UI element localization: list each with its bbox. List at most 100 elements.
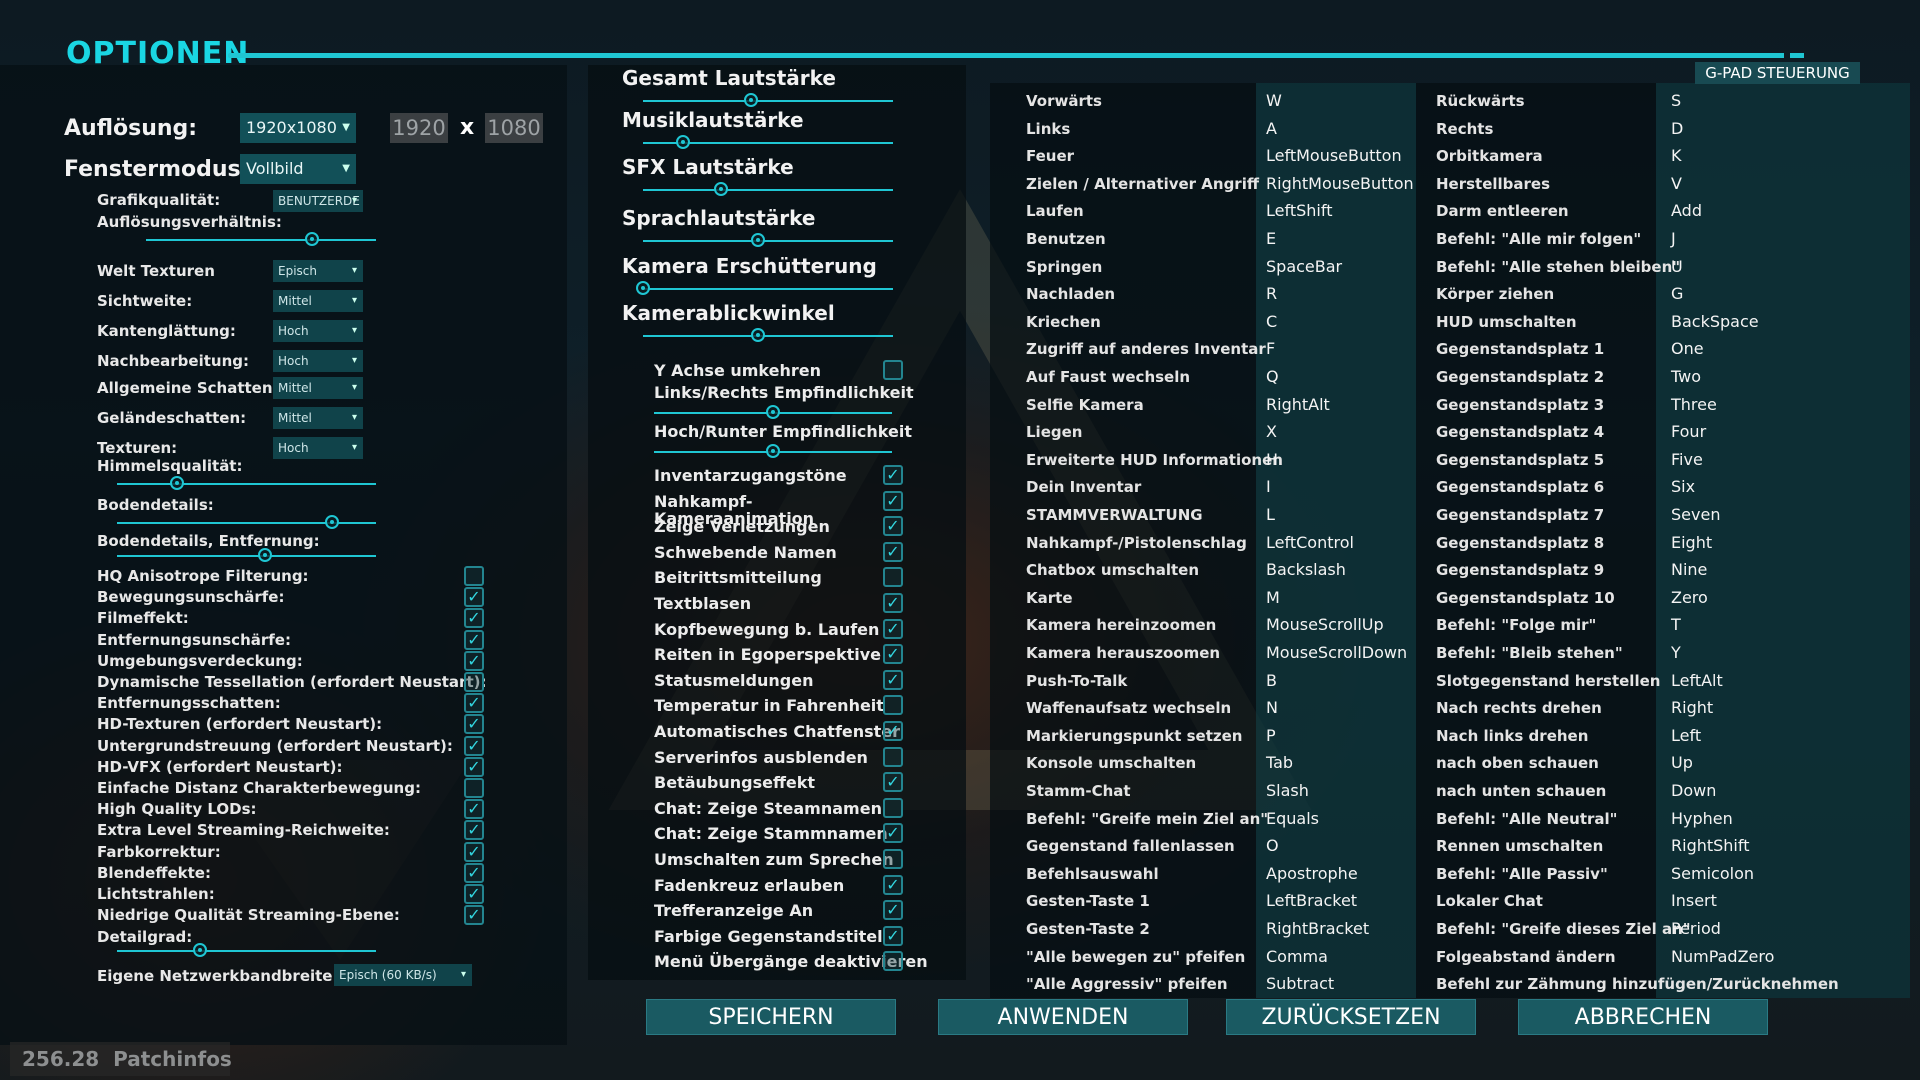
width-field[interactable]: 1920 [390, 113, 448, 143]
binding-key[interactable]: U [1671, 257, 1683, 276]
binding-key[interactable]: Nine [1671, 560, 1707, 579]
sky-quality-slider[interactable] [170, 476, 184, 490]
audio-slider-knob[interactable] [744, 93, 758, 107]
audio-slider-knob[interactable] [751, 328, 765, 342]
binding-key[interactable]: N [1266, 698, 1278, 717]
setting-dropdown[interactable]: Hoch ▾ [273, 350, 363, 372]
binding-key[interactable]: Six [1671, 477, 1695, 496]
binding-key[interactable]: A [1266, 119, 1277, 138]
binding-key[interactable]: B [1266, 671, 1277, 690]
resolution-scale-slider[interactable] [305, 232, 319, 246]
setting-checkbox[interactable]: ✓ [883, 516, 903, 537]
setting-dropdown[interactable]: Hoch ▾ [273, 437, 363, 459]
binding-key[interactable]: Eight [1671, 533, 1712, 552]
setting-dropdown[interactable]: Hoch ▾ [273, 320, 363, 342]
setting-checkbox[interactable] [464, 778, 484, 798]
setting-checkbox[interactable]: ✓ [464, 884, 484, 904]
binding-key[interactable]: T [1671, 615, 1681, 634]
binding-key[interactable]: Up [1671, 753, 1693, 772]
setting-checkbox[interactable]: ✓ [883, 823, 903, 844]
binding-key[interactable]: Equals [1266, 809, 1319, 828]
binding-key[interactable]: Tab [1266, 753, 1293, 772]
binding-key[interactable]: Right [1671, 698, 1713, 717]
setting-checkbox[interactable]: ✓ [464, 587, 484, 608]
setting-checkbox[interactable]: ✓ [883, 465, 903, 485]
binding-key[interactable]: RightMouseButton [1266, 174, 1414, 193]
height-field[interactable]: 1080 [485, 113, 543, 143]
binding-key[interactable]: Hyphen [1671, 809, 1733, 828]
binding-key[interactable]: LeftAlt [1671, 671, 1723, 690]
binding-key[interactable]: Backslash [1266, 560, 1346, 579]
setting-checkbox[interactable]: ✓ [883, 721, 903, 741]
binding-key[interactable]: K [1671, 146, 1682, 165]
setting-checkbox[interactable] [883, 746, 903, 767]
ground-detail-slider[interactable] [325, 515, 339, 529]
setting-checkbox[interactable]: ✓ [883, 669, 903, 690]
binding-key[interactable]: V [1671, 174, 1682, 193]
audio-slider-knob[interactable] [751, 233, 765, 247]
setting-checkbox[interactable]: ✓ [464, 905, 484, 926]
binding-key[interactable]: O [1266, 836, 1279, 855]
audio-slider-knob[interactable] [676, 135, 690, 149]
binding-key[interactable]: P [1266, 726, 1276, 745]
setting-checkbox[interactable]: ✓ [883, 541, 903, 562]
audio-slider-knob[interactable] [636, 281, 650, 295]
reset-button[interactable]: ZURÜCKSETZEN [1226, 999, 1476, 1035]
detail-slider[interactable] [193, 943, 207, 957]
binding-key[interactable]: Period [1671, 919, 1721, 938]
setting-checkbox[interactable]: ✓ [464, 629, 484, 650]
binding-key[interactable]: S [1671, 91, 1681, 110]
setting-checkbox[interactable]: ✓ [883, 490, 903, 511]
binding-key[interactable]: MouseScrollDown [1266, 643, 1407, 662]
resolution-dropdown[interactable]: 1920x1080 ▼ [240, 113, 356, 143]
setting-checkbox[interactable]: ✓ [464, 799, 484, 820]
setting-checkbox[interactable] [883, 951, 903, 972]
binding-key[interactable]: Four [1671, 422, 1706, 441]
sens-lr-slider[interactable] [766, 405, 780, 419]
binding-key[interactable]: Three [1671, 395, 1717, 414]
binding-key[interactable]: BackSpace [1671, 312, 1759, 331]
setting-checkbox[interactable] [883, 567, 903, 588]
binding-key[interactable]: Insert [1671, 891, 1717, 910]
binding-key[interactable]: Semicolon [1671, 864, 1754, 883]
setting-checkbox[interactable]: ✓ [464, 841, 484, 862]
ground-distance-slider[interactable] [258, 548, 272, 562]
window-mode-dropdown[interactable]: Vollbild ▼ [240, 154, 356, 184]
setting-checkbox[interactable]: ✓ [883, 925, 903, 946]
cancel-button[interactable]: ABBRECHEN [1518, 999, 1768, 1035]
patch-notes-button[interactable]: 256.28 Patchinfos [10, 1042, 232, 1076]
setting-dropdown[interactable]: Mittel ▾ [273, 377, 363, 399]
setting-checkbox[interactable]: ✓ [464, 862, 484, 883]
binding-key[interactable]: M [1266, 588, 1280, 607]
binding-key[interactable]: X [1266, 422, 1277, 441]
setting-checkbox[interactable]: ✓ [464, 735, 484, 756]
binding-key[interactable]: F [1266, 339, 1275, 358]
binding-key[interactable]: Q [1266, 367, 1279, 386]
binding-key[interactable]: Five [1671, 450, 1703, 469]
binding-key[interactable]: Left [1671, 726, 1701, 745]
binding-key[interactable]: E [1266, 229, 1276, 248]
binding-key[interactable]: H [1266, 450, 1278, 469]
binding-key[interactable]: Zero [1671, 588, 1708, 607]
setting-checkbox[interactable] [883, 849, 903, 869]
save-button[interactable]: SPEICHERN [646, 999, 896, 1035]
binding-key[interactable]: G [1671, 284, 1683, 303]
binding-key[interactable]: Comma [1266, 947, 1328, 966]
setting-checkbox[interactable]: ✓ [464, 650, 484, 671]
binding-key[interactable]: C [1266, 312, 1277, 331]
setting-checkbox[interactable]: ✓ [464, 820, 484, 841]
binding-key[interactable]: L [1266, 505, 1275, 524]
binding-key[interactable]: RightAlt [1266, 395, 1330, 414]
binding-key[interactable]: W [1266, 91, 1282, 110]
binding-key[interactable]: Slash [1266, 781, 1309, 800]
setting-checkbox[interactable]: ✓ [883, 900, 903, 921]
invert-y-checkbox[interactable] [883, 360, 903, 380]
binding-key[interactable]: D [1671, 119, 1683, 138]
apply-button[interactable]: ANWENDEN [938, 999, 1188, 1035]
binding-key[interactable]: Two [1671, 367, 1701, 386]
binding-key[interactable]: LeftBracket [1266, 891, 1357, 910]
binding-key[interactable]: LeftMouseButton [1266, 146, 1402, 165]
binding-key[interactable]: One [1671, 339, 1704, 358]
setting-dropdown[interactable]: Mittel ▾ [273, 290, 363, 312]
setting-checkbox[interactable]: ✓ [883, 593, 903, 613]
